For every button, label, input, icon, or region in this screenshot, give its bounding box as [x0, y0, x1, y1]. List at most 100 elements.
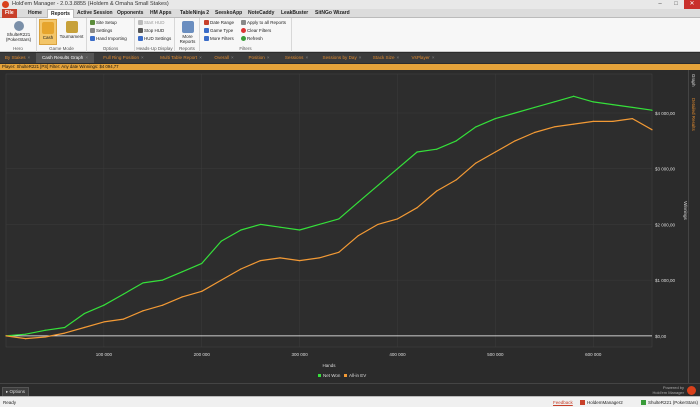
results-graph[interactable]: $0,00 $1 000,00 $2 000,00 $3 000,00 $4 000,0…	[0, 70, 688, 383]
data-point	[416, 207, 418, 209]
hand-importing-button[interactable]: Hand Importing	[90, 35, 127, 42]
graph-side-tab[interactable]: Graph	[691, 74, 696, 87]
options-label: Options	[9, 389, 26, 394]
data-point	[122, 318, 125, 320]
maximize-icon[interactable]: □	[668, 0, 684, 9]
date-range-button[interactable]: Date Range	[204, 19, 234, 26]
close-icon[interactable]: ×	[141, 55, 144, 60]
close-icon[interactable]: ×	[28, 55, 31, 60]
data-point	[455, 140, 457, 142]
data-point	[514, 140, 516, 142]
apply-all-label: Apply to all Reports	[247, 20, 287, 25]
tab-sessions[interactable]: Sessions ×	[279, 53, 314, 63]
stop-hud-button[interactable]: Stop HUD	[138, 27, 164, 34]
tab-hm-apps[interactable]: HM Apps	[147, 9, 174, 18]
y-tick-label: $2 000,00	[655, 222, 676, 227]
tab-sessions-by-day[interactable]: Sessions by Day ×	[317, 53, 367, 63]
clear-filters-button[interactable]: Clear Filters	[241, 27, 271, 34]
data-point	[162, 279, 164, 281]
y-tick-label: $4 000,00	[655, 111, 676, 116]
data-point	[631, 117, 634, 120]
tab-seeskoapp[interactable]: SeeskoApp	[212, 9, 245, 18]
data-point	[338, 218, 340, 220]
tab-label: Full Ring Position	[103, 55, 140, 60]
legend-swatch	[318, 374, 321, 377]
data-point	[436, 190, 438, 192]
tab-stack-size[interactable]: Stack Size ×	[370, 53, 402, 63]
close-icon[interactable]: ×	[267, 55, 270, 60]
tab-label: By Stakes	[4, 55, 26, 60]
brand-label: Hold'em Manager	[652, 390, 684, 395]
chart-footer: ▸ Options Powered by Hold'em Manager	[0, 383, 700, 397]
data-point	[592, 101, 594, 103]
more-reports-button[interactable]: More Reports	[176, 19, 199, 44]
play-icon	[138, 20, 143, 25]
site-setup-button[interactable]: Site Setup	[90, 19, 117, 26]
tab-leakbuster[interactable]: LeakBuster	[278, 9, 311, 18]
data-point	[122, 293, 125, 295]
tab-sitngo-wizard[interactable]: SitNGo Wizard	[312, 9, 353, 18]
tournament-button[interactable]: Tournament	[58, 19, 85, 39]
hero-selector-button[interactable]: ShulteR221 (PokerStars)	[2, 19, 35, 42]
more-filters-button[interactable]: More Filters	[204, 35, 234, 42]
cash-button[interactable]: Cash	[39, 19, 57, 45]
tab-position[interactable]: Position ×	[242, 53, 276, 63]
x-tick-label: 400 000	[389, 352, 406, 357]
hud-settings-button[interactable]: HUD Settings	[138, 35, 171, 42]
legend-swatch	[344, 374, 347, 377]
start-hud-button[interactable]: Start HUD	[138, 19, 165, 26]
tab-full-ring-position[interactable]: Full Ring Position ×	[95, 53, 152, 63]
minimize-icon[interactable]: –	[652, 0, 668, 9]
tab-notecaddy[interactable]: NoteCaddy	[245, 9, 277, 18]
ribbon-group-hero: ShulteR221 (PokerStars) Hero	[0, 18, 37, 52]
tab-multi-table-report[interactable]: Multi Table Report ×	[153, 53, 209, 63]
tab-tableninja[interactable]: TableNinja 2	[177, 9, 212, 18]
database-label: HoldemManager2	[587, 400, 623, 405]
data-point	[338, 251, 340, 253]
close-icon[interactable]: ×	[199, 55, 202, 60]
group-label-filters: Filters	[239, 46, 252, 51]
close-icon[interactable]: ✕	[684, 0, 700, 9]
ribbon-group-reports: More Reports Reports	[175, 18, 200, 52]
close-icon[interactable]: ×	[397, 55, 400, 60]
x-tick-label: 200 000	[194, 352, 211, 357]
data-point	[5, 335, 7, 337]
close-icon[interactable]: ×	[305, 55, 308, 60]
settings-button[interactable]: Settings	[90, 27, 112, 34]
data-point	[162, 304, 164, 306]
powered-by: Powered by Hold'em Manager	[653, 385, 684, 395]
hud-settings-icon	[138, 36, 143, 41]
data-point	[24, 333, 27, 335]
close-icon[interactable]: ×	[231, 55, 234, 60]
graph-options-side-tab[interactable]: Detailed Results	[691, 98, 696, 131]
tab-vsplayer[interactable]: VsPlayer ×	[408, 53, 438, 63]
close-icon[interactable]: ×	[359, 55, 362, 60]
data-point	[83, 312, 85, 315]
tab-label: Overall	[214, 55, 229, 60]
data-point	[181, 296, 183, 298]
game-type-icon	[204, 28, 209, 33]
database-status: HoldemManager2	[580, 397, 623, 407]
cash-label: Cash	[42, 35, 54, 40]
tab-opponents[interactable]: Opponents	[114, 9, 146, 18]
trophy-icon	[65, 21, 78, 33]
close-icon[interactable]: ×	[432, 55, 435, 60]
game-type-button[interactable]: Game Type	[204, 27, 233, 34]
app-window: Hold'em Manager - 2.0.3.8855 (Holdem & O…	[0, 0, 700, 407]
data-point	[651, 109, 653, 111]
tab-cash-results-graph[interactable]: Cash Results Graph ×	[36, 53, 94, 63]
tab-home[interactable]: Home	[25, 9, 45, 18]
tab-file[interactable]: File	[2, 9, 17, 18]
refresh-button[interactable]: Refresh	[241, 35, 263, 42]
data-point	[533, 106, 536, 109]
data-point	[475, 162, 477, 164]
tab-by-stakes[interactable]: By Stakes ×	[0, 53, 35, 63]
apply-all-button[interactable]: Apply to all Reports	[241, 19, 286, 26]
close-icon[interactable]: ×	[85, 55, 88, 60]
group-label-hud: Heads-Up Display	[136, 46, 173, 51]
tab-active-session[interactable]: Active Session	[74, 9, 116, 18]
data-point	[181, 271, 183, 273]
feedback-link[interactable]: Feedback	[553, 397, 573, 407]
tab-overall[interactable]: Overall ×	[210, 53, 238, 63]
gear-icon	[90, 28, 95, 33]
